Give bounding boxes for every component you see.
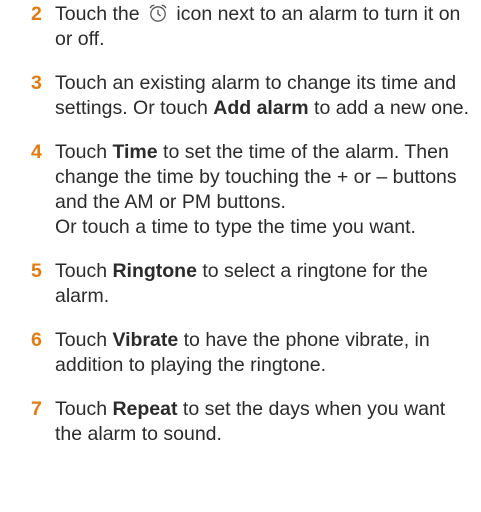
step-text-part: Touch <box>55 260 113 282</box>
step-number: 7 <box>31 398 42 420</box>
step-number: 6 <box>31 329 42 351</box>
step-number: 3 <box>31 72 42 94</box>
step-text: Touch Time to set the time of the alarm.… <box>55 140 475 240</box>
step-text-part: Touch <box>55 141 113 163</box>
step-text-part: to add a new one. <box>308 97 470 119</box>
repeat-label: Repeat <box>112 398 178 420</box>
ringtone-label: Ringtone <box>112 260 197 282</box>
step-text-part: Touch <box>55 329 113 351</box>
instructions-page: 2 Touch the icon next to an alarm to tur… <box>0 0 481 512</box>
step-number: 5 <box>31 260 42 282</box>
step-number: 4 <box>31 141 42 163</box>
step-text: Touch Ringtone to select a ringtone for … <box>55 259 475 309</box>
step-number: 2 <box>31 3 42 25</box>
vibrate-label: Vibrate <box>112 329 179 351</box>
step-5: 5 Touch Ringtone to select a ringtone fo… <box>31 259 481 309</box>
step-text-part: Or touch a time to type the time you wan… <box>55 216 416 238</box>
step-text: Touch Vibrate to have the phone vibrate,… <box>55 328 475 378</box>
step-text-part: Touch <box>55 398 113 420</box>
step-7: 7 Touch Repeat to set the days when you … <box>31 397 481 447</box>
step-text: Touch an existing alarm to change its ti… <box>55 71 475 121</box>
alarm-clock-icon <box>149 4 167 22</box>
add-alarm-label: Add alarm <box>213 97 309 119</box>
step-4: 4 Touch Time to set the time of the alar… <box>31 140 481 240</box>
step-2: 2 Touch the icon next to an alarm to tur… <box>31 2 481 52</box>
time-label: Time <box>112 141 158 163</box>
step-text-part: Touch the <box>55 3 145 25</box>
step-text: Touch Repeat to set the days when you wa… <box>55 397 475 447</box>
step-text: Touch the icon next to an alarm to turn … <box>55 2 475 52</box>
step-6: 6 Touch Vibrate to have the phone vibrat… <box>31 328 481 378</box>
step-3: 3 Touch an existing alarm to change its … <box>31 71 481 121</box>
